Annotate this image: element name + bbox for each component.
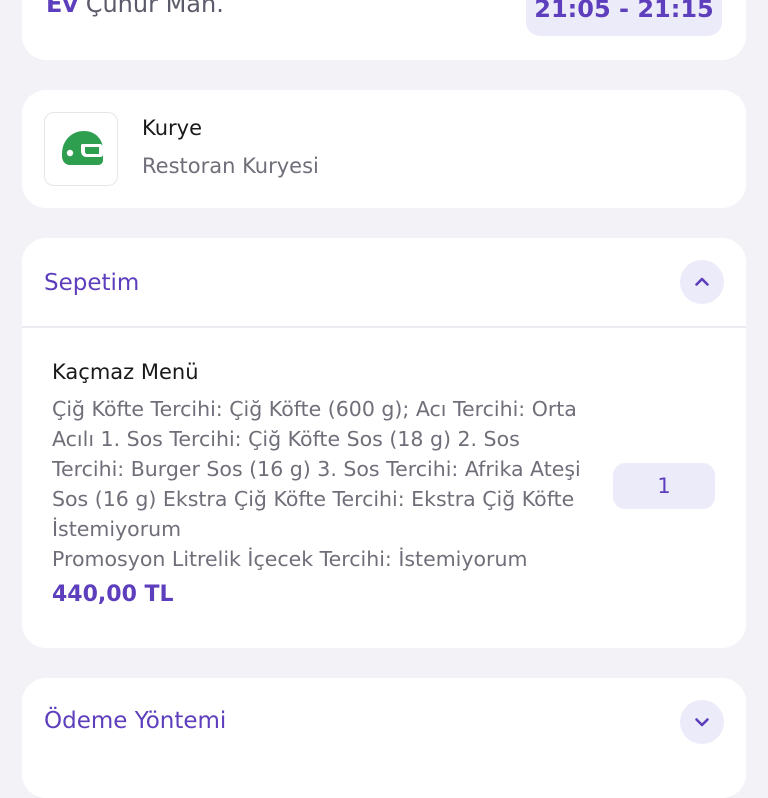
courier-card: Kurye Restoran Kuryesi <box>22 90 746 208</box>
chevron-up-icon <box>695 277 709 286</box>
address-text: Çunur Mah. <box>85 0 224 18</box>
basket-item-options: Çiğ Köfte Tercihi: Çiğ Köfte (600 g); Ac… <box>52 397 581 541</box>
basket-item-price: 440,00 TL <box>52 582 174 607</box>
courier-subtitle: Restoran Kuryesi <box>142 154 319 178</box>
payment-title[interactable]: Ödeme Yöntemi <box>44 708 226 734</box>
payment-card: Ödeme Yöntemi <box>22 678 746 798</box>
basket-title[interactable]: Sepetim <box>44 270 139 296</box>
basket-collapse-button[interactable] <box>680 260 724 304</box>
courier-title: Kurye <box>142 116 203 140</box>
divider <box>22 326 746 328</box>
payment-expand-button[interactable] <box>680 700 724 744</box>
delivery-time-window[interactable]: 21:05 - 21:15 <box>526 0 722 36</box>
basket-card: Sepetim Kaçmaz Menü Çiğ Köfte Tercihi: Ç… <box>22 238 746 648</box>
basket-item-promo: Promosyon Litrelik İçecek Tercihi: İstem… <box>52 547 528 571</box>
helmet-icon <box>62 131 103 165</box>
basket-item-description: Çiğ Köfte Tercihi: Çiğ Köfte (600 g); Ac… <box>52 394 592 574</box>
quantity-selector[interactable]: 1 <box>613 463 715 509</box>
courier-logo <box>44 112 118 186</box>
delivery-card: Ev Çunur Mah. 21:05 - 21:15 <box>22 0 746 60</box>
delivery-address[interactable]: Ev Çunur Mah. <box>46 0 224 18</box>
address-tag: Ev <box>46 0 79 18</box>
basket-item-name: Kaçmaz Menü <box>52 360 199 384</box>
chevron-down-icon <box>695 718 709 727</box>
